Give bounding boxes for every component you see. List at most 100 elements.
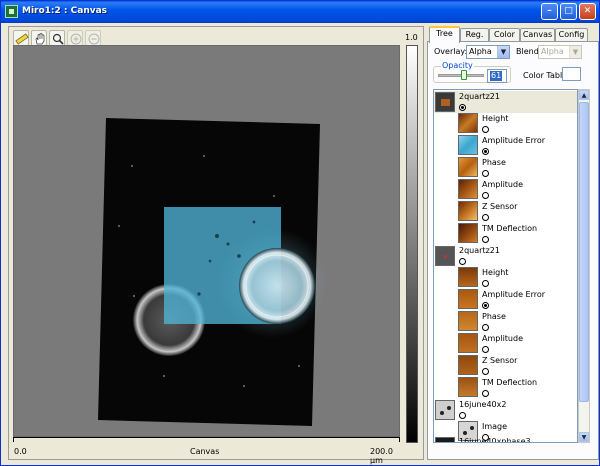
tree-node-child[interactable]: TM Deflection xyxy=(434,223,577,245)
layer-thumbnail xyxy=(458,267,478,287)
tree-scrollbar[interactable]: ▲ ▼ xyxy=(578,89,590,443)
zoom-in-button[interactable] xyxy=(67,30,83,46)
scroll-up-button[interactable]: ▲ xyxy=(579,90,589,100)
visibility-radio[interactable] xyxy=(459,104,466,111)
opacity-slider-thumb[interactable] xyxy=(461,70,467,80)
tree-node-child[interactable]: Amplitude Error xyxy=(434,289,577,311)
colorbar-max-label: 1.0 xyxy=(405,33,418,42)
tree-node-label: 2quartz21 xyxy=(459,246,500,255)
ruler-icon xyxy=(15,33,29,45)
color-table-swatch[interactable] xyxy=(562,67,581,81)
tree-node-root[interactable]: 2quartz21 xyxy=(434,245,577,267)
tree-node-child[interactable]: Height xyxy=(434,267,577,289)
visibility-radio[interactable] xyxy=(482,280,489,287)
layer-thumbnail xyxy=(458,311,478,331)
scale-ruler: 0.0 Canvas 200.0 µm xyxy=(13,437,400,465)
tree-node-label: TM Deflection xyxy=(482,224,538,233)
tree-node-label: Phase xyxy=(482,312,506,321)
visibility-radio[interactable] xyxy=(459,258,466,265)
ruler-center-label: Canvas xyxy=(190,447,220,456)
side-panel: Tree Reg. Color Canvas Config Overlay: A… xyxy=(427,26,599,460)
visibility-radio[interactable] xyxy=(482,324,489,331)
layer-thumbnail xyxy=(458,157,478,177)
visibility-radio[interactable] xyxy=(482,192,489,199)
tab-color[interactable]: Color xyxy=(489,28,520,42)
visibility-radio[interactable] xyxy=(482,148,489,155)
tree-node-label: Image xyxy=(482,422,508,431)
visibility-radio[interactable] xyxy=(482,302,489,309)
tree-node-root[interactable]: 16june40xphase3 xyxy=(434,436,577,443)
zoom-out-button[interactable] xyxy=(85,30,101,46)
scroll-down-button[interactable]: ▼ xyxy=(579,432,589,442)
overlay-value: Alpha xyxy=(469,47,492,56)
window-title: Miro1:2 : Canvas xyxy=(22,6,108,16)
tab-strip: Tree Reg. Color Canvas Config xyxy=(427,26,599,43)
tree-node-child[interactable]: Z Sensor xyxy=(434,201,577,223)
ruler-start-label: 0.0 xyxy=(14,447,27,456)
tree-node-child[interactable]: Amplitude xyxy=(434,179,577,201)
tree-node-child[interactable]: Height xyxy=(434,113,577,135)
visibility-radio[interactable] xyxy=(482,390,489,397)
close-button[interactable]: ✕ xyxy=(579,3,596,20)
layer-thumbnail xyxy=(435,400,455,420)
tree-node-child[interactable]: Amplitude Error xyxy=(434,135,577,157)
ruler-tick xyxy=(13,438,14,442)
tree-node-root[interactable]: 2quartz21 xyxy=(434,91,577,113)
layer-thumbnail xyxy=(458,201,478,221)
visibility-radio[interactable] xyxy=(482,368,489,375)
overlay-select[interactable]: Alpha ▼ xyxy=(466,45,510,59)
blend-value: Alpha xyxy=(541,47,564,56)
pan-tool-button[interactable] xyxy=(31,30,47,46)
tab-tree[interactable]: Tree xyxy=(429,26,460,43)
zoom-in-icon xyxy=(70,33,82,45)
visibility-radio[interactable] xyxy=(459,412,466,419)
opacity-value-field[interactable]: 61 xyxy=(487,69,507,83)
scroll-thumb[interactable] xyxy=(579,102,589,402)
minimize-button[interactable]: – xyxy=(541,3,558,20)
blend-select[interactable]: Alpha ▼ xyxy=(538,45,582,59)
maximize-button[interactable]: □ xyxy=(560,3,577,20)
visibility-radio[interactable] xyxy=(482,346,489,353)
tree-node-child[interactable]: Phase xyxy=(434,311,577,333)
ruler-tick xyxy=(399,438,400,442)
overlay-label: Overlay: xyxy=(434,47,468,56)
tree-node-label: 16june40x2 xyxy=(459,400,507,409)
tree-node-label: Z Sensor xyxy=(482,356,518,365)
chevron-down-icon: ▼ xyxy=(497,46,509,58)
visibility-radio[interactable] xyxy=(482,170,489,177)
tree-node-label: Amplitude xyxy=(482,180,523,189)
visibility-radio[interactable] xyxy=(482,214,489,221)
tree-node-label: Height xyxy=(482,114,509,123)
tree-node-label: 16june40xphase3 xyxy=(459,437,531,443)
layer-tree[interactable]: 2quartz21 Height Amplitude Error Phase A… xyxy=(433,89,578,443)
title-bar[interactable]: Miro1:2 : Canvas – □ ✕ xyxy=(1,1,599,23)
ruler-tool-button[interactable] xyxy=(13,30,29,46)
tree-node-child[interactable]: Z Sensor xyxy=(434,355,577,377)
chevron-down-icon: ▼ xyxy=(569,46,581,58)
application-window: Miro1:2 : Canvas – □ ✕ 1.0 0.0 Canvas 20… xyxy=(0,0,600,466)
tree-node-label: Amplitude Error xyxy=(482,136,546,145)
tab-canvas[interactable]: Canvas xyxy=(520,28,555,42)
opacity-label: Opacity xyxy=(441,61,474,70)
colorbar xyxy=(406,45,418,443)
image-viewport[interactable] xyxy=(13,45,400,437)
layer-thumbnail xyxy=(458,223,478,243)
layer-thumbnail xyxy=(458,333,478,353)
layer-thumbnail xyxy=(435,437,455,442)
visibility-radio[interactable] xyxy=(482,126,489,133)
layer-thumbnail xyxy=(458,377,478,397)
tree-node-child[interactable]: Phase xyxy=(434,157,577,179)
tree-node-child[interactable]: TM Deflection xyxy=(434,377,577,399)
zoom-tool-button[interactable] xyxy=(49,30,65,46)
tab-config[interactable]: Config xyxy=(555,28,588,42)
tree-node-root[interactable]: 16june40x2 xyxy=(434,399,577,421)
magnifier-icon xyxy=(52,33,64,45)
tree-node-child[interactable]: Amplitude xyxy=(434,333,577,355)
visibility-radio[interactable] xyxy=(482,236,489,243)
zoom-out-icon xyxy=(88,33,100,45)
layer-thumbnail xyxy=(458,289,478,309)
tree-node-label: Z Sensor xyxy=(482,202,518,211)
ruler-end-label: 200.0 µm xyxy=(370,447,393,465)
tab-reg[interactable]: Reg. xyxy=(460,28,489,42)
tree-node-label: Amplitude Error xyxy=(482,290,546,299)
